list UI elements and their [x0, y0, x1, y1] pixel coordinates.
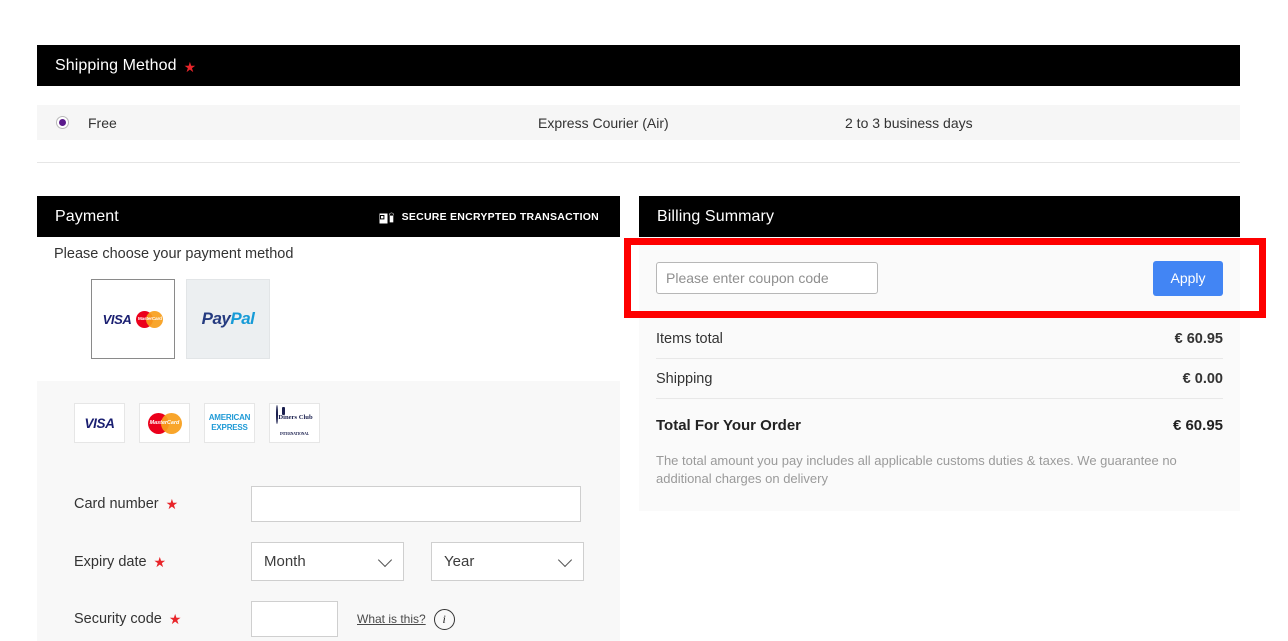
order-total-amount: € 60.95 [1172, 417, 1223, 434]
brand-mastercard-marks: MasterCard [147, 412, 182, 434]
what-is-this-link[interactable]: What is this? [357, 612, 426, 626]
card-number-label: Card number ★ [74, 496, 251, 512]
brand-diners-label: Diners Club INTERNATIONAL [276, 405, 313, 439]
payment-method-paypal-tile[interactable]: PayPal [186, 279, 270, 359]
payment-body: Please choose your payment method VISA M… [37, 237, 620, 641]
what-is-this-help[interactable]: What is this? i [357, 608, 455, 630]
brand-diners-line2: INTERNATIONAL [279, 432, 310, 436]
expiry-required-star-icon: ★ [153, 553, 167, 570]
shipping-option-eta: 2 to 3 business days [845, 114, 973, 131]
billing-summary-header: Billing Summary [639, 196, 1240, 237]
required-star-icon: ★ [183, 58, 197, 75]
payment-section: Payment SECURE ENCRYPTED TRANSACTION Ple… [37, 196, 620, 641]
billing-summary-title: Billing Summary [657, 207, 775, 225]
visa-mastercard-logo: VISA MasterCard [102, 310, 164, 328]
security-code-label-text: Security code [74, 611, 162, 627]
mastercard-icon: MasterCard [136, 310, 164, 328]
brand-diners-icon: Diners Club INTERNATIONAL [269, 403, 320, 443]
expiry-month-value: Month [264, 553, 306, 570]
brand-amex-line1: AMERICAN [208, 413, 251, 422]
brand-visa-icon: VISA [74, 403, 125, 443]
card-number-label-text: Card number [74, 496, 159, 512]
billing-summary-section: Billing Summary Apply Items total € 60.9… [639, 196, 1240, 511]
order-total-label: Total For Your Order [656, 417, 802, 434]
expiry-date-row: Expiry date ★ Month Year [37, 542, 620, 581]
info-icon[interactable]: i [433, 608, 455, 630]
expiry-month-select[interactable]: Month [251, 542, 404, 581]
order-total-row: Total For Your Order € 60.95 [656, 399, 1223, 452]
brand-amex-icon: AMERICAN EXPRESS [204, 403, 255, 443]
card-number-row: Card number ★ [37, 486, 620, 522]
chevron-down-icon [377, 552, 393, 567]
security-code-row: Security code ★ What is this? i [37, 601, 620, 637]
mastercard-logo-text: MasterCard [137, 315, 162, 321]
shipping-cost-amount: € 0.00 [1182, 370, 1223, 387]
shipping-method-section: Shipping Method ★ Free Express Courier (… [37, 45, 1240, 140]
expiry-date-label-text: Expiry date [74, 553, 147, 570]
lock-icon [378, 212, 394, 224]
card-details-panel: VISA MasterCard AMERICAN EXPRESS Diners … [37, 381, 620, 641]
secure-transaction-label: SECURE ENCRYPTED TRANSACTION [401, 210, 599, 223]
shipping-option-service: Express Courier (Air) [538, 114, 669, 131]
brand-diners-line1: Diners Club [278, 414, 313, 421]
paypal-logo-text-part2: Pal [230, 309, 255, 328]
shipping-option-name: Free [88, 114, 117, 131]
shipping-cost-label: Shipping [656, 370, 713, 387]
visa-logo-text: VISA [102, 311, 132, 327]
shipping-method-title: Shipping Method [55, 56, 177, 74]
shipping-option-radio[interactable] [56, 116, 69, 129]
payment-header: Payment SECURE ENCRYPTED TRANSACTION [37, 196, 620, 237]
brand-mastercard-icon: MasterCard [139, 403, 190, 443]
security-required-star-icon: ★ [168, 611, 182, 627]
choose-payment-method-text: Please choose your payment method [54, 246, 294, 262]
shipping-method-header: Shipping Method ★ [37, 45, 1240, 86]
apply-coupon-button[interactable]: Apply [1153, 260, 1223, 296]
security-code-input[interactable] [251, 601, 338, 637]
summary-line-items-total: Items total € 60.95 [656, 319, 1223, 359]
shipping-option-row[interactable]: Free Express Courier (Air) 2 to 3 busine… [37, 105, 1240, 140]
payment-title: Payment [55, 207, 119, 225]
expiry-year-select[interactable]: Year [431, 542, 584, 581]
brand-visa-label: VISA [84, 415, 115, 431]
card-number-required-star-icon: ★ [165, 496, 179, 512]
payment-method-card-tile[interactable]: VISA MasterCard [91, 279, 175, 359]
paypal-logo: PayPal [202, 309, 255, 329]
expiry-year-value: Year [444, 553, 475, 570]
security-code-label: Security code ★ [74, 611, 251, 627]
brand-amex-line2: EXPRESS [211, 423, 248, 432]
payment-method-tiles: VISA MasterCard PayPal [37, 279, 620, 359]
items-total-label: Items total [656, 330, 723, 347]
secure-transaction-badge: SECURE ENCRYPTED TRANSACTION [378, 209, 599, 225]
paypal-logo-text-part1: Pay [201, 309, 231, 328]
brand-amex-label: AMERICAN EXPRESS [209, 413, 251, 433]
billing-disclaimer-text: The total amount you pay includes all ap… [656, 453, 1177, 486]
coupon-code-input[interactable] [656, 262, 878, 294]
brand-mastercard-label: MasterCard [149, 419, 180, 426]
accepted-card-brands: VISA MasterCard AMERICAN EXPRESS Diners … [37, 403, 620, 443]
items-total-amount: € 60.95 [1174, 330, 1223, 347]
card-number-input[interactable] [251, 486, 581, 522]
expiry-date-label: Expiry date ★ [74, 554, 251, 570]
radio-selected-dot-icon [59, 119, 66, 126]
section-divider [37, 162, 1240, 163]
billing-summary-body: Apply Items total € 60.95 Shipping € 0.0… [639, 237, 1240, 511]
summary-line-shipping: Shipping € 0.00 [656, 359, 1223, 399]
coupon-row: Apply [656, 237, 1223, 319]
chevron-down-icon [557, 552, 573, 567]
